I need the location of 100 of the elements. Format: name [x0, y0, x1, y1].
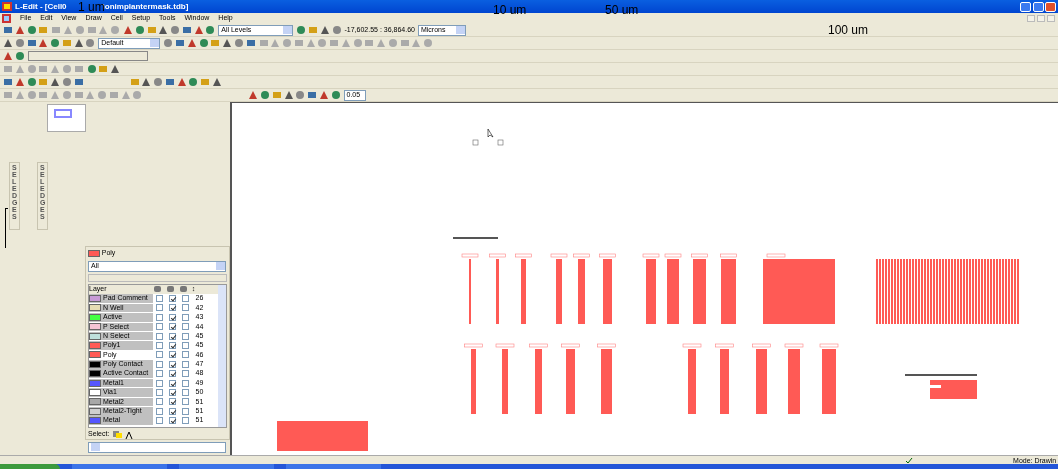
- tool-icon[interactable]: [26, 77, 37, 87]
- tool-icon[interactable]: [73, 77, 84, 87]
- visible-checkbox[interactable]: [169, 370, 176, 378]
- tool-icon[interactable]: [14, 77, 25, 87]
- lock-icon: [154, 286, 161, 293]
- locked-checkbox[interactable]: [156, 370, 163, 378]
- tool-icon[interactable]: [141, 77, 152, 87]
- selectable-checkbox[interactable]: [182, 360, 189, 368]
- window-title: L-Edit - [Cell0: [15, 0, 67, 13]
- locked-checkbox[interactable]: [156, 313, 163, 321]
- tool-icon[interactable]: [73, 38, 84, 48]
- tool-icon[interactable]: [211, 77, 222, 87]
- name-field[interactable]: [27, 51, 148, 61]
- eye-icon: [167, 286, 174, 293]
- tool-icon[interactable]: [296, 25, 307, 35]
- app-icon: [2, 2, 12, 11]
- tool-icon[interactable]: [85, 38, 96, 48]
- tool-icon[interactable]: [14, 38, 25, 48]
- tool-icon[interactable]: [153, 77, 163, 87]
- tool-icon[interactable]: [330, 90, 341, 100]
- tool-icon[interactable]: [163, 38, 174, 48]
- locked-checkbox[interactable]: [156, 389, 163, 396]
- cell-thumbnail[interactable]: [47, 104, 86, 132]
- selectable-checkbox[interactable]: [182, 417, 189, 425]
- port-marker: [472, 139, 504, 146]
- tool-icon[interactable]: [248, 90, 259, 100]
- locked-checkbox[interactable]: [156, 398, 163, 406]
- scale-annotation: 100 um: [828, 24, 869, 36]
- tool-icon[interactable]: [222, 38, 232, 48]
- tool-icon[interactable]: [26, 38, 37, 48]
- tool-icon[interactable]: [188, 77, 199, 87]
- visible-checkbox[interactable]: [169, 304, 176, 312]
- corner-mark: [5, 208, 8, 248]
- selectable-checkbox[interactable]: [182, 370, 189, 378]
- tool-icon[interactable]: [233, 38, 244, 48]
- cursor-icon: [180, 286, 187, 293]
- locked-checkbox[interactable]: [156, 304, 163, 312]
- tool-icon[interactable]: [110, 64, 120, 74]
- selectable-checkbox[interactable]: [182, 304, 189, 312]
- locked-checkbox[interactable]: [156, 379, 163, 387]
- visible-checkbox[interactable]: [169, 379, 176, 387]
- tool-icon[interactable]: [38, 38, 49, 48]
- document-icon: [2, 14, 11, 23]
- locked-checkbox[interactable]: [156, 323, 163, 331]
- tool-icon[interactable]: [176, 77, 187, 87]
- tool-icon[interactable]: [318, 90, 329, 100]
- selectable-checkbox[interactable]: [182, 389, 189, 396]
- visible-checkbox[interactable]: [169, 342, 176, 350]
- selectable-checkbox[interactable]: [182, 379, 189, 387]
- scrollbar[interactable]: [218, 284, 226, 427]
- locked-checkbox[interactable]: [156, 295, 163, 303]
- tool-icon[interactable]: [245, 38, 256, 48]
- tool-icon[interactable]: [260, 90, 270, 100]
- tool-icon[interactable]: [164, 77, 175, 87]
- tool-icon[interactable]: [158, 25, 169, 35]
- visible-checkbox[interactable]: [169, 313, 176, 321]
- selectable-checkbox[interactable]: [182, 323, 189, 331]
- locked-checkbox[interactable]: [156, 407, 163, 415]
- selectable-checkbox[interactable]: [182, 398, 189, 406]
- tool-icon[interactable]: [283, 90, 294, 100]
- tool-icon[interactable]: [295, 90, 306, 100]
- tool-icon[interactable]: [319, 25, 330, 35]
- tool-icon[interactable]: [26, 25, 37, 35]
- selectable-checkbox[interactable]: [182, 295, 189, 303]
- tool-icon[interactable]: [134, 25, 145, 35]
- checkmark-icon: [905, 456, 914, 464]
- visible-checkbox[interactable]: [169, 389, 176, 396]
- tool-icon[interactable]: [186, 38, 197, 48]
- locked-checkbox[interactable]: [156, 342, 163, 350]
- selectable-checkbox[interactable]: [182, 313, 189, 321]
- document-name: ionimplantermask.tdb]: [102, 0, 189, 13]
- locked-checkbox[interactable]: [156, 351, 163, 359]
- select-text-icon[interactable]: [125, 430, 135, 439]
- tool-icon[interactable]: [61, 77, 72, 87]
- selectable-checkbox[interactable]: [182, 332, 189, 340]
- visible-checkbox[interactable]: [169, 360, 176, 368]
- tool-icon[interactable]: [86, 64, 97, 74]
- tool-icon[interactable]: [181, 25, 192, 35]
- visible-checkbox[interactable]: [169, 407, 176, 415]
- visible-checkbox[interactable]: [169, 398, 176, 406]
- tool-icon[interactable]: [307, 90, 317, 100]
- visible-checkbox[interactable]: [169, 351, 176, 359]
- locked-checkbox[interactable]: [156, 332, 163, 340]
- tool-icon[interactable]: [193, 25, 204, 35]
- locked-checkbox[interactable]: [156, 417, 163, 425]
- tool-icon[interactable]: [205, 25, 216, 35]
- tool-icon[interactable]: [331, 25, 342, 35]
- selectable-checkbox[interactable]: [182, 351, 189, 359]
- tool-icon[interactable]: [198, 38, 209, 48]
- selectable-checkbox[interactable]: [182, 342, 189, 350]
- tool-icon[interactable]: [14, 51, 25, 61]
- start-button[interactable]: [0, 464, 60, 469]
- visible-checkbox[interactable]: [169, 417, 176, 425]
- visible-checkbox[interactable]: [169, 295, 176, 303]
- scale-annotation: 1 um: [78, 1, 105, 13]
- tool-icon[interactable]: [14, 25, 25, 35]
- visible-checkbox[interactable]: [169, 323, 176, 331]
- visible-checkbox[interactable]: [169, 332, 176, 340]
- locked-checkbox[interactable]: [156, 360, 163, 368]
- selectable-checkbox[interactable]: [182, 407, 189, 415]
